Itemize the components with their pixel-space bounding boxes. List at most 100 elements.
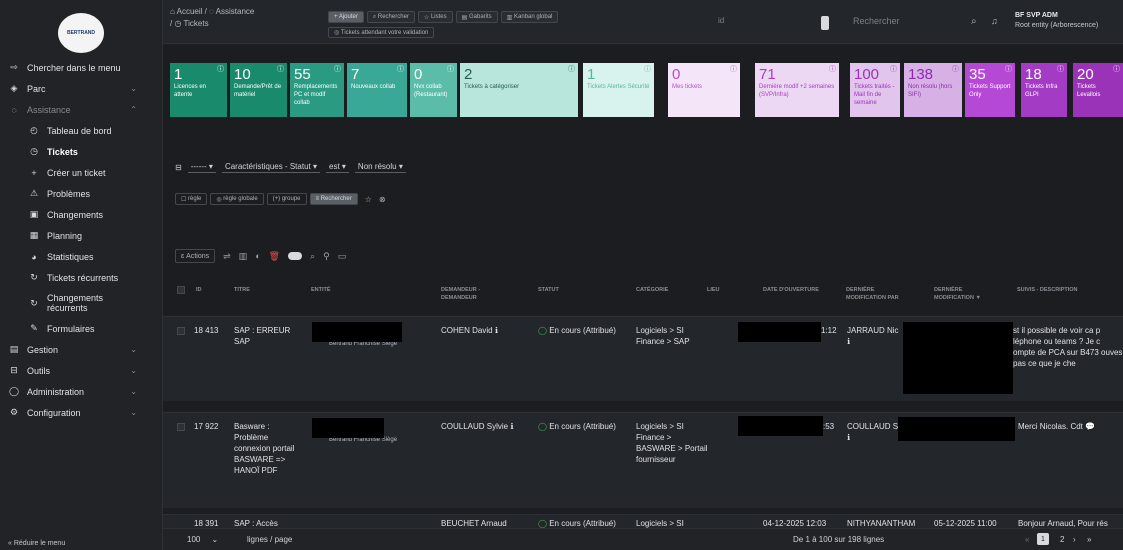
column-requester[interactable]: DEMANDEUR - DEMANDEUR bbox=[441, 286, 480, 302]
sidebar-item-search-menu[interactable]: ⇨ Chercher dans le menu bbox=[0, 57, 163, 78]
company-logo[interactable]: BERTRAND bbox=[58, 13, 104, 53]
tile-saved-search[interactable]: ⓘ 0 Nvx collab (Restaurant) bbox=[410, 63, 457, 117]
star-icon[interactable]: ☆ bbox=[365, 195, 372, 204]
column-status[interactable]: STATUT bbox=[538, 286, 559, 294]
ticket-title[interactable]: SAP : Accès bbox=[234, 518, 278, 528]
export-icon[interactable]: ▭ bbox=[338, 251, 347, 262]
sidebar-item-parc[interactable]: ◈ Parc ⌄ bbox=[0, 78, 163, 99]
column-category[interactable]: CATÉGORIE bbox=[636, 286, 668, 294]
last-page-icon[interactable]: » bbox=[1087, 535, 1091, 544]
user-profile[interactable]: BF SVP ADM Root entity (Arborescence) bbox=[1015, 11, 1098, 31]
tile-saved-search[interactable]: ⓘ 35 Tickets Support Only bbox=[965, 63, 1015, 117]
tile-saved-search[interactable]: ⓘ 0 Mes tickets bbox=[668, 63, 740, 117]
templates-button[interactable]: ▤ Gabarits bbox=[455, 11, 498, 23]
add-button[interactable]: + Ajouter bbox=[328, 11, 364, 23]
column-location[interactable]: LIEU bbox=[707, 286, 720, 294]
column-id[interactable]: ID bbox=[196, 286, 202, 294]
search-icon[interactable]: ⌕ bbox=[971, 16, 977, 27]
sidebar-item-changes[interactable]: ▣ Changements bbox=[0, 204, 163, 225]
kanban-icon[interactable]: ▥ bbox=[239, 251, 248, 262]
row-checkbox[interactable] bbox=[177, 327, 185, 335]
page-size-select[interactable]: 100 ⌄ bbox=[187, 535, 218, 544]
next-page-icon[interactable]: › bbox=[1073, 535, 1076, 544]
toggle-icon[interactable]: ◐ bbox=[255, 251, 260, 261]
info-icon[interactable]: ℹ bbox=[495, 326, 498, 335]
info-icon[interactable]: ℹ bbox=[847, 433, 850, 442]
ticket-requester[interactable]: COULLAUD Sylvie ℹ bbox=[441, 421, 513, 432]
sidebar-item-outils[interactable]: ⊟ Outils ⌄ bbox=[0, 360, 163, 381]
ticket-last-modifier[interactable]: COULLAUD S ℹ bbox=[847, 421, 898, 443]
reduce-menu-button[interactable]: « Réduire le menu bbox=[8, 540, 65, 547]
column-open-date[interactable]: DATE D'OUVERTURE bbox=[763, 286, 819, 294]
column-followup[interactable]: SUIVIS - DESCRIPTION bbox=[1017, 286, 1078, 294]
sidebar-item-dashboard[interactable]: ◴ Tableau de bord bbox=[0, 120, 163, 141]
tile-saved-search[interactable]: ⓘ 100 Tickets traités - Mail fin de semain… bbox=[850, 63, 900, 117]
tile-saved-search[interactable]: ⓘ 1 Tickets Alertes Sécurité bbox=[583, 63, 654, 117]
select-all-checkbox[interactable] bbox=[177, 286, 185, 294]
column-last-modified[interactable]: DERNIÈRE MODIFICATION ▼ bbox=[934, 286, 981, 302]
pin-icon[interactable]: ⚲ bbox=[323, 251, 330, 262]
criteria-operator-select[interactable]: est ▾ bbox=[326, 161, 349, 173]
sidebar-item-tickets[interactable]: ◷ Tickets bbox=[0, 141, 163, 162]
page-1-button[interactable]: 1 bbox=[1037, 533, 1049, 545]
add-global-rule-button[interactable]: ◎ règle globale bbox=[210, 193, 264, 205]
tile-saved-search[interactable]: ⓘ 2 Tickets à catégoriser bbox=[460, 63, 578, 117]
column-title[interactable]: TITRE bbox=[234, 286, 250, 294]
run-search-button[interactable]: ≡ Rechercher bbox=[309, 193, 358, 205]
actions-button[interactable]: ɛ Actions bbox=[175, 249, 216, 263]
column-last-modifier[interactable]: DERNIÈRE MODIFICATION PAR bbox=[846, 286, 899, 302]
tile-saved-search[interactable]: ⓘ 1 Licences en attente bbox=[170, 63, 227, 117]
tickets-waiting-validation-button[interactable]: ◎ Tickets attendant votre validation bbox=[328, 27, 435, 38]
first-page-icon[interactable]: « bbox=[1025, 535, 1029, 544]
sidebar-item-assistance[interactable]: ◌ Assistance ⌃ bbox=[0, 99, 163, 120]
criteria-field-select[interactable]: Caractéristiques - Statut ▾ bbox=[221, 161, 320, 173]
breadcrumb-home[interactable]: Accueil bbox=[177, 7, 203, 16]
sidebar-item-administration[interactable]: ◯ Administration ⌄ bbox=[0, 381, 163, 402]
id-input[interactable]: id bbox=[718, 16, 818, 32]
breadcrumb-assistance[interactable]: Assistance bbox=[216, 7, 255, 16]
sidebar-item-create-ticket[interactable]: + Créer un ticket bbox=[0, 162, 163, 183]
breadcrumb-tickets[interactable]: Tickets bbox=[184, 19, 209, 28]
table-row[interactable]: 18 413 SAP : ERREUR SAP Bertrand Franchi… bbox=[163, 316, 1123, 401]
tile-saved-search[interactable]: ⓘ 55 Remplacements PC et modif collab bbox=[290, 63, 344, 117]
row-checkbox[interactable] bbox=[177, 423, 185, 431]
criteria-value-select[interactable]: Non résolu ▾ bbox=[354, 161, 406, 173]
add-group-button[interactable]: (+) groupe bbox=[266, 193, 307, 205]
sidebar-item-planning[interactable]: ▦ Planning bbox=[0, 225, 163, 246]
bell-icon[interactable]: ♫ bbox=[991, 16, 998, 26]
tile-saved-search[interactable]: ⓘ 20 Tickets Levallois bbox=[1073, 63, 1123, 117]
lists-button[interactable]: ☆ Listes bbox=[417, 11, 453, 23]
search-button[interactable]: ⌕ Rechercher bbox=[366, 11, 415, 23]
sidebar-item-recurring-changes[interactable]: ↻ Changements récurrents bbox=[0, 288, 163, 318]
trash-icon[interactable]: 🗑 bbox=[269, 251, 280, 262]
sidebar-item-forms[interactable]: ✎ Formulaires bbox=[0, 318, 163, 339]
ticket-title[interactable]: SAP : ERREUR SAP bbox=[234, 325, 304, 347]
ticket-last-modifier[interactable]: NITHYANANTHAM bbox=[847, 518, 915, 528]
table-row[interactable]: 17 922 Basware : Problème connexion port… bbox=[163, 412, 1123, 508]
zoom-icon[interactable]: ⌕ bbox=[310, 251, 315, 262]
table-row[interactable]: 18 391 SAP : Accès BEUCHET Arnaud ◯ En c… bbox=[163, 514, 1123, 528]
ticket-title[interactable]: Basware : Problème connexion portail BAS… bbox=[234, 421, 304, 476]
sidebar-item-problems[interactable]: ⚠ Problèmes bbox=[0, 183, 163, 204]
tile-saved-search[interactable]: ⓘ 138 Non résolu (hors SIFI) bbox=[904, 63, 962, 117]
kanban-button[interactable]: ▥ Kanban global bbox=[500, 11, 559, 23]
ticket-requester[interactable]: COHEN David ℹ bbox=[441, 325, 498, 336]
tile-saved-search[interactable]: ⓘ 7 Nouveaux collab bbox=[347, 63, 407, 117]
global-search-input[interactable]: Rechercher bbox=[853, 16, 900, 26]
ticket-last-modifier[interactable]: JARRAUD Nic ℹ bbox=[847, 325, 899, 347]
reset-icon[interactable]: ⊗ bbox=[379, 195, 386, 204]
sidebar-item-configuration[interactable]: ⚙ Configuration ⌄ bbox=[0, 402, 163, 423]
tile-saved-search[interactable]: ⓘ 10 Demande/Prêt de matériel bbox=[230, 63, 287, 117]
criteria-link-select[interactable]: ------ ▾ bbox=[187, 161, 216, 173]
tile-saved-search[interactable]: ⓘ 71 Dernière modif +2 semaines (SVP/Infra… bbox=[755, 63, 839, 117]
column-entity[interactable]: ENTITÉ bbox=[311, 286, 331, 294]
sidebar-item-gestion[interactable]: ▤ Gestion ⌄ bbox=[0, 339, 163, 360]
sidebar-item-recurring-tickets[interactable]: ↻ Tickets récurrents bbox=[0, 267, 163, 288]
info-icon[interactable]: ℹ bbox=[510, 422, 513, 431]
add-rule-button[interactable]: ☐ règle bbox=[175, 193, 208, 205]
sidebar-item-statistics[interactable]: ◕ Statistiques bbox=[0, 246, 163, 267]
info-icon[interactable]: ℹ bbox=[847, 337, 850, 346]
merge-icon[interactable]: ⇌ bbox=[223, 251, 231, 262]
column-checkbox[interactable] bbox=[177, 286, 185, 297]
tile-saved-search[interactable]: ⓘ 18 Tickets Infra GLPI bbox=[1021, 63, 1067, 117]
